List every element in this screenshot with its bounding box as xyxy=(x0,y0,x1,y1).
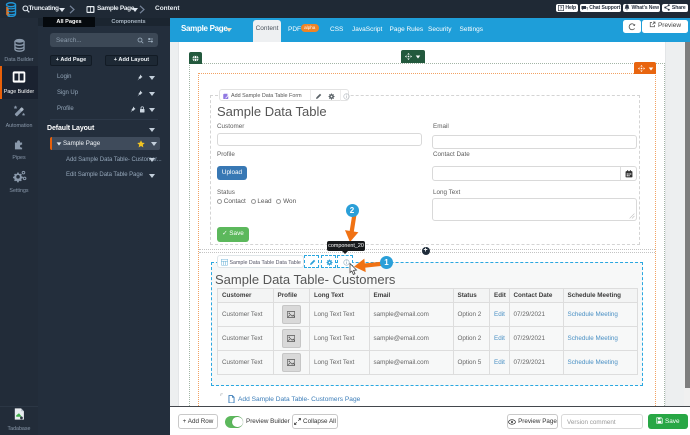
svg-text:?: ? xyxy=(560,5,563,10)
